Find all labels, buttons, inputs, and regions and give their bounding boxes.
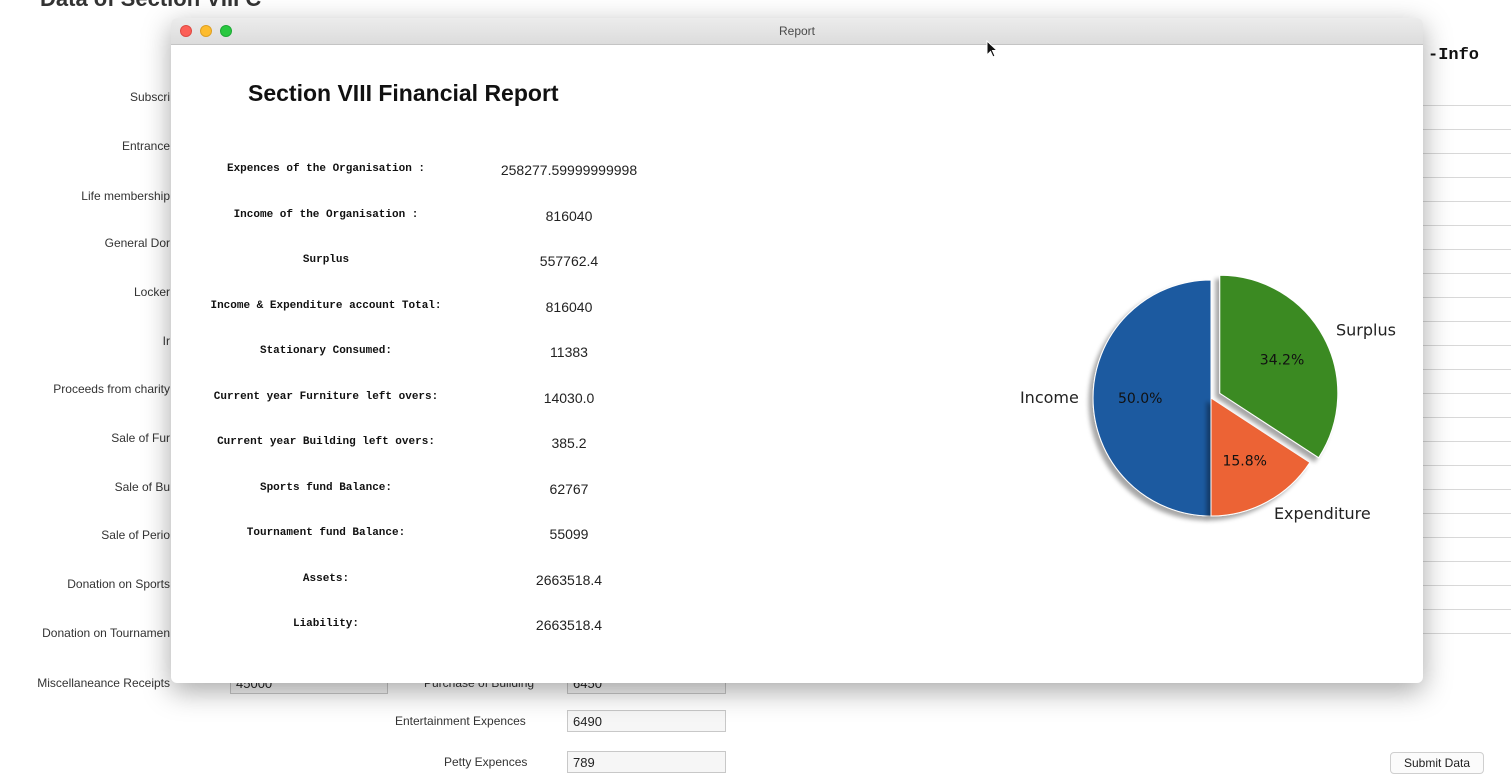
submit-data-button[interactable]: Submit Data [1390, 752, 1484, 774]
pie-chart: 50.0% Income 15.8% Expenditure 34.2% Surplus [1020, 274, 1396, 523]
mouse-cursor-icon [986, 40, 999, 58]
petty-expences-input[interactable]: 789 [567, 751, 726, 773]
form-label: Ir [162, 334, 170, 348]
pie-percent-label: 34.2% [1260, 353, 1304, 369]
form-label: Subscri [129, 90, 170, 104]
entertainment-expences-input[interactable]: 6490 [567, 710, 726, 732]
form-label: Life membership [81, 189, 170, 203]
pie-percent-label: 15.8% [1222, 453, 1266, 469]
form-label: Sale of Fur [111, 431, 170, 445]
info-heading: -Info [1428, 46, 1480, 65]
form-label: Proceeds from charity [53, 382, 170, 396]
form-label: Locker [133, 285, 170, 299]
background-window-title: Data of Section VIII C [40, 0, 261, 12]
pie-category-label: Expenditure [1274, 504, 1371, 523]
form-label: Sale of Perio [101, 528, 170, 542]
entertainment-expences-label: Entertainment Expences [395, 714, 526, 728]
form-label: Sale of Bu [114, 480, 170, 494]
pie-percent-label: 50.0% [1118, 391, 1162, 407]
form-label: Donation on Sports [67, 577, 170, 591]
form-label: Donation on Tournamen [42, 626, 170, 640]
petty-expences-label: Petty Expences [444, 755, 528, 769]
form-label: Miscellaneance Receipts [37, 676, 170, 690]
pie-category-label: Surplus [1336, 320, 1396, 339]
pie-category-label: Income [1020, 388, 1079, 407]
info-list [1420, 82, 1511, 634]
report-window: Report Section VIII Financial Report Exp… [171, 18, 1423, 683]
form-label: General Dor [104, 236, 170, 250]
form-label: Entrance [121, 139, 170, 153]
